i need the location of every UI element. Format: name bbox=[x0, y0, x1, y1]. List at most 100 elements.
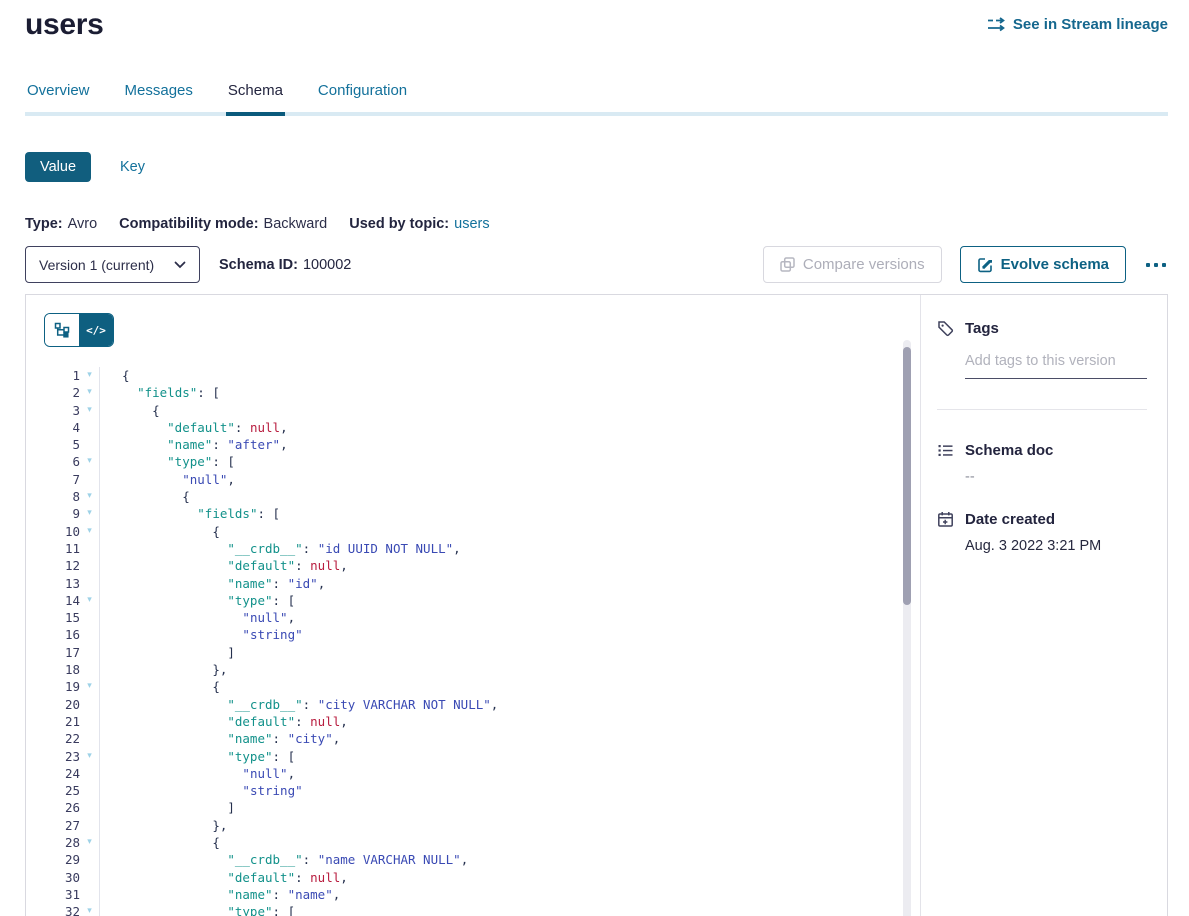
code-line: 16 "string" bbox=[44, 626, 920, 643]
tab-messages[interactable]: Messages bbox=[123, 82, 195, 112]
list-icon bbox=[937, 442, 954, 459]
line-number: 31 bbox=[44, 886, 80, 903]
code-view-button[interactable]: </> bbox=[79, 314, 113, 346]
gutter: 23▾ bbox=[44, 748, 100, 765]
schema-part-toggle: Value Key bbox=[25, 152, 1168, 182]
line-number: 13 bbox=[44, 575, 80, 592]
code-text: { bbox=[100, 678, 220, 695]
code-line: 28▾ { bbox=[44, 834, 920, 851]
fold-arrow-icon[interactable]: ▾ bbox=[80, 748, 99, 765]
fold-arrow-icon[interactable]: ▾ bbox=[80, 592, 99, 609]
code-text: { bbox=[100, 834, 220, 851]
editor-scrollbar-track[interactable] bbox=[903, 340, 911, 916]
gutter: 21 bbox=[44, 713, 100, 730]
code-line: 30 "default": null, bbox=[44, 869, 920, 886]
code-line: 24 "null", bbox=[44, 765, 920, 782]
chevron-down-icon bbox=[174, 261, 186, 269]
line-number: 3 bbox=[44, 402, 80, 419]
code-line: 15 "null", bbox=[44, 609, 920, 626]
line-number: 18 bbox=[44, 661, 80, 678]
gutter: 1▾ bbox=[44, 367, 100, 384]
version-select[interactable]: Version 1 (current) bbox=[25, 246, 200, 283]
schema-doc-title: Schema doc bbox=[965, 442, 1053, 459]
line-number: 25 bbox=[44, 782, 80, 799]
compare-versions-button[interactable]: Compare versions bbox=[763, 246, 942, 283]
tree-view-button[interactable] bbox=[45, 314, 79, 346]
code-lines: 1▾{2▾ "fields": [3▾ {4 "default": null,5… bbox=[44, 367, 920, 916]
code-line: 26 ] bbox=[44, 799, 920, 816]
fold-arrow-icon[interactable]: ▾ bbox=[80, 488, 99, 505]
tab-schema[interactable]: Schema bbox=[226, 82, 285, 116]
gutter: 13 bbox=[44, 575, 100, 592]
gutter: 15 bbox=[44, 609, 100, 626]
code-text: "name": "city", bbox=[100, 730, 340, 747]
fold-arrow-icon[interactable]: ▾ bbox=[80, 505, 99, 522]
date-created-value: Aug. 3 2022 3:21 PM bbox=[965, 538, 1147, 554]
gutter: 28▾ bbox=[44, 834, 100, 851]
tab-value[interactable]: Value bbox=[25, 152, 91, 182]
tags-input[interactable] bbox=[965, 353, 1147, 379]
meta-label: Compatibility mode: bbox=[119, 216, 258, 232]
line-number: 6 bbox=[44, 453, 80, 470]
code-text: "null", bbox=[100, 765, 295, 782]
fold-spacer bbox=[80, 782, 99, 799]
date-created-section: Date created Aug. 3 2022 3:21 PM bbox=[937, 511, 1147, 554]
editor-scrollbar-thumb[interactable] bbox=[903, 347, 911, 605]
line-number: 2 bbox=[44, 384, 80, 401]
page-header: users See in Stream lineage bbox=[25, 0, 1168, 42]
code-text: "__crdb__": "id UUID NOT NULL", bbox=[100, 540, 461, 557]
gutter: 24 bbox=[44, 765, 100, 782]
fold-arrow-icon[interactable]: ▾ bbox=[80, 453, 99, 470]
compare-versions-label: Compare versions bbox=[803, 256, 925, 273]
evolve-schema-button[interactable]: Evolve schema bbox=[960, 246, 1126, 283]
gutter: 8▾ bbox=[44, 488, 100, 505]
see-in-stream-lineage-link[interactable]: See in Stream lineage bbox=[987, 16, 1168, 33]
line-number: 4 bbox=[44, 419, 80, 436]
code-text: { bbox=[100, 402, 160, 419]
code-text: "null", bbox=[100, 471, 235, 488]
fold-spacer bbox=[80, 817, 99, 834]
code-line: 27 }, bbox=[44, 817, 920, 834]
code-line: 2▾ "fields": [ bbox=[44, 384, 920, 401]
code-line: 14▾ "type": [ bbox=[44, 592, 920, 609]
schema-id: Schema ID:100002 bbox=[219, 257, 351, 273]
line-number: 5 bbox=[44, 436, 80, 453]
line-number: 17 bbox=[44, 644, 80, 661]
meta-item: Used by topic: users bbox=[349, 216, 489, 232]
more-options-button[interactable] bbox=[1144, 257, 1168, 273]
fold-arrow-icon[interactable]: ▾ bbox=[80, 384, 99, 401]
schema-meta-row: Type:AvroCompatibility mode:BackwardUsed… bbox=[25, 216, 1168, 232]
tab-configuration[interactable]: Configuration bbox=[316, 82, 409, 112]
calendar-plus-icon bbox=[937, 511, 954, 528]
fold-arrow-icon[interactable]: ▾ bbox=[80, 834, 99, 851]
dot bbox=[1162, 263, 1166, 267]
line-number: 15 bbox=[44, 609, 80, 626]
fold-spacer bbox=[80, 419, 99, 436]
fold-arrow-icon[interactable]: ▾ bbox=[80, 402, 99, 419]
tab-overview[interactable]: Overview bbox=[25, 82, 92, 112]
code-text: "__crdb__": "name VARCHAR NULL", bbox=[100, 851, 468, 868]
topic-link[interactable]: users bbox=[454, 216, 489, 232]
date-created-title: Date created bbox=[965, 511, 1055, 528]
meta-label: Used by topic: bbox=[349, 216, 449, 232]
schema-id-label: Schema ID: bbox=[219, 257, 298, 273]
fold-spacer bbox=[80, 626, 99, 643]
fold-arrow-icon[interactable]: ▾ bbox=[80, 903, 99, 916]
fold-arrow-icon[interactable]: ▾ bbox=[80, 367, 99, 384]
gutter: 11 bbox=[44, 540, 100, 557]
code-text: }, bbox=[100, 661, 227, 678]
line-number: 7 bbox=[44, 471, 80, 488]
code-line: 13 "name": "id", bbox=[44, 575, 920, 592]
tab-key[interactable]: Key bbox=[105, 152, 160, 182]
tree-view-icon bbox=[54, 322, 70, 338]
code-line: 4 "default": null, bbox=[44, 419, 920, 436]
fold-arrow-icon[interactable]: ▾ bbox=[80, 523, 99, 540]
code-line: 18 }, bbox=[44, 661, 920, 678]
code-line: 25 "string" bbox=[44, 782, 920, 799]
gutter: 7 bbox=[44, 471, 100, 488]
code-line: 10▾ { bbox=[44, 523, 920, 540]
fold-arrow-icon[interactable]: ▾ bbox=[80, 678, 99, 695]
sidebar-divider bbox=[937, 409, 1147, 410]
code-text: "name": "id", bbox=[100, 575, 325, 592]
meta-value: Backward bbox=[264, 216, 328, 232]
